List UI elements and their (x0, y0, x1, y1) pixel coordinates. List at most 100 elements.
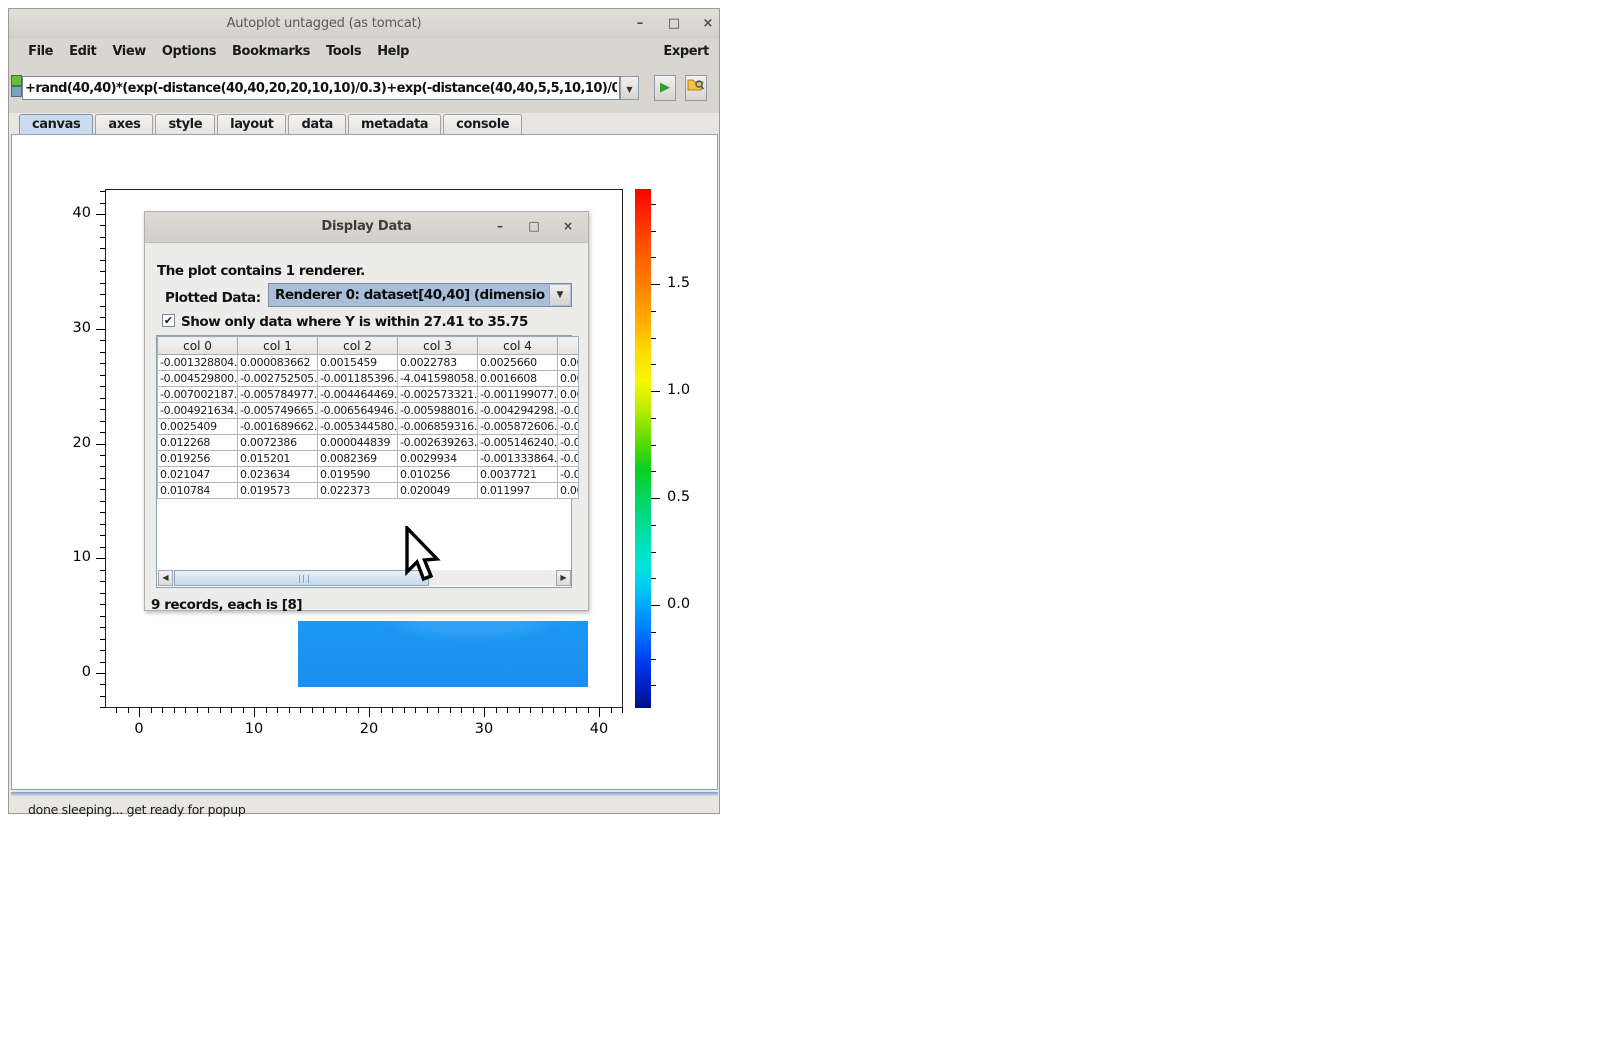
scroll-left-icon[interactable]: ◀ (158, 570, 173, 586)
table-cell[interactable]: 0.020049 (398, 483, 478, 499)
table-cell[interactable]: -4.041598058... (398, 371, 478, 387)
tab-style[interactable]: style (155, 114, 215, 135)
table-cell[interactable]: -0.001185396... (318, 371, 398, 387)
table-cell[interactable]: -0.0 (558, 451, 579, 467)
plotted-data-select[interactable]: Renderer 0: dataset[40,40] (dimension...… (268, 283, 572, 307)
tab-metadata[interactable]: metadata (348, 114, 441, 135)
table-cell[interactable]: -0.001333864... (478, 451, 558, 467)
table-cell[interactable]: -0.0 (558, 467, 579, 483)
table-row[interactable]: -0.004921634...-0.005749665...-0.0065649… (158, 403, 579, 419)
table-cell[interactable]: -0.0 (558, 419, 579, 435)
dialog-minimize-icon[interactable]: – (491, 217, 509, 235)
table-cell[interactable]: -0.0 (558, 403, 579, 419)
table-cell[interactable]: -0.0 (558, 435, 579, 451)
table-cell[interactable]: 0.0037721 (478, 467, 558, 483)
menu-item-bookmarks[interactable]: Bookmarks (224, 43, 318, 60)
dialog-close-icon[interactable]: × (559, 217, 577, 235)
table-row[interactable]: 0.0122680.00723860.000044839-0.002639263… (158, 435, 579, 451)
table-cell[interactable]: -0.004464469... (318, 387, 398, 403)
table-cell[interactable]: 0.000083662 (238, 355, 318, 371)
table-cell[interactable]: 0.012268 (158, 435, 238, 451)
table-cell[interactable]: -0.001199077... (478, 387, 558, 403)
horizontal-scrollbar[interactable]: ◀ ▶ (158, 570, 571, 586)
menu-item-tools[interactable]: Tools (318, 43, 369, 60)
table-cell[interactable]: -0.002752505... (238, 371, 318, 387)
table-cell[interactable]: 0.00 (558, 483, 579, 499)
scroll-right-icon[interactable]: ▶ (556, 570, 571, 586)
table-cell[interactable]: 0.0022783 (398, 355, 478, 371)
table-cell[interactable]: -0.004921634... (158, 403, 238, 419)
menu-item-edit[interactable]: Edit (61, 43, 104, 60)
menu-item-options[interactable]: Options (154, 43, 224, 60)
table-cell[interactable]: 0.019256 (158, 451, 238, 467)
table-row[interactable]: -0.001328804...0.0000836620.00154590.002… (158, 355, 579, 371)
table-cell[interactable]: -0.007002187... (158, 387, 238, 403)
table-header-cell[interactable]: col 2 (318, 337, 398, 355)
uri-dropdown-button[interactable]: ▼ (620, 76, 639, 100)
table-cell[interactable]: 0.019573 (238, 483, 318, 499)
table-cell[interactable]: 0.0015459 (318, 355, 398, 371)
combo-chevron-down-icon[interactable]: ▼ (549, 285, 570, 305)
table-cell[interactable]: -0.005146240... (478, 435, 558, 451)
table-cell[interactable]: 0.0016608 (478, 371, 558, 387)
tab-canvas[interactable]: canvas (19, 114, 93, 136)
table-cell[interactable]: 0.011997 (478, 483, 558, 499)
maximize-icon[interactable]: □ (664, 14, 684, 34)
table-cell[interactable]: -0.004529800... (158, 371, 238, 387)
table-cell[interactable]: 0.0082369 (318, 451, 398, 467)
table-cell[interactable]: -0.005749665... (238, 403, 318, 419)
table-cell[interactable]: -0.001689662... (238, 419, 318, 435)
table-cell[interactable]: 0.023634 (238, 467, 318, 483)
go-button[interactable]: ▶ (654, 75, 676, 101)
window-titlebar[interactable]: Autoplot untagged (as tomcat) – □ × (9, 9, 719, 40)
table-row[interactable]: 0.0107840.0195730.0223730.0200490.011997… (158, 483, 579, 499)
table-cell[interactable]: 0.010784 (158, 483, 238, 499)
scrollbar-thumb[interactable] (174, 570, 429, 586)
table-row[interactable]: 0.0210470.0236340.0195900.0102560.003772… (158, 467, 579, 483)
table-header-cell[interactable]: col 1 (238, 337, 318, 355)
table-header-cell[interactable]: col 3 (398, 337, 478, 355)
table-cell[interactable]: 0.00 (558, 371, 579, 387)
tab-layout[interactable]: layout (217, 114, 286, 135)
table-row[interactable]: 0.0025409-0.001689662...-0.005344580...-… (158, 419, 579, 435)
dialog-maximize-icon[interactable]: □ (525, 217, 543, 235)
table-header-cell[interactable]: col 0 (158, 337, 238, 355)
table-cell[interactable]: -0.002573321... (398, 387, 478, 403)
table-cell[interactable]: -0.005988016... (398, 403, 478, 419)
tab-axes[interactable]: axes (95, 114, 153, 135)
dialog-titlebar[interactable]: Display Data – □ × (145, 212, 588, 243)
table-cell[interactable]: 0.0029934 (398, 451, 478, 467)
table-cell[interactable]: -0.006859316... (398, 419, 478, 435)
table-cell[interactable]: -0.002639263... (398, 435, 478, 451)
table-cell[interactable]: 0.00 (558, 355, 579, 371)
table-cell[interactable]: -0.005784977... (238, 387, 318, 403)
data-table-scrollpane[interactable]: col 0col 1col 2col 3col 4 -0.001328804..… (156, 335, 572, 588)
uri-input[interactable] (22, 76, 620, 100)
menu-item-help[interactable]: Help (369, 43, 417, 60)
table-cell[interactable]: 0.021047 (158, 467, 238, 483)
table-cell[interactable]: -0.001328804... (158, 355, 238, 371)
table-row[interactable]: -0.004529800...-0.002752505...-0.0011853… (158, 371, 579, 387)
table-cell[interactable]: 0.0072386 (238, 435, 318, 451)
table-cell[interactable]: 0.0025409 (158, 419, 238, 435)
minimize-icon[interactable]: – (630, 14, 650, 34)
table-header-cell[interactable] (558, 337, 579, 355)
tab-console[interactable]: console (443, 114, 522, 135)
datasource-blue-icon[interactable] (11, 86, 22, 97)
table-cell[interactable]: -0.006564946... (318, 403, 398, 419)
table-cell[interactable]: 0.000044839 (318, 435, 398, 451)
inspect-uri-button[interactable] (685, 75, 707, 101)
table-row[interactable]: -0.007002187...-0.005784977...-0.0044644… (158, 387, 579, 403)
menu-item-file[interactable]: File (20, 43, 61, 60)
table-cell[interactable]: 0.00 (558, 387, 579, 403)
table-header-cell[interactable]: col 4 (478, 337, 558, 355)
menu-item-view[interactable]: View (104, 43, 154, 60)
table-cell[interactable]: -0.004294298... (478, 403, 558, 419)
datasource-green-icon[interactable] (11, 75, 22, 86)
table-cell[interactable]: 0.019590 (318, 467, 398, 483)
filter-checkbox[interactable]: ✔ (162, 314, 175, 327)
expert-mode-label[interactable]: Expert (663, 44, 709, 59)
close-icon[interactable]: × (698, 14, 718, 34)
table-cell[interactable]: 0.0025660 (478, 355, 558, 371)
table-cell[interactable]: 0.010256 (398, 467, 478, 483)
